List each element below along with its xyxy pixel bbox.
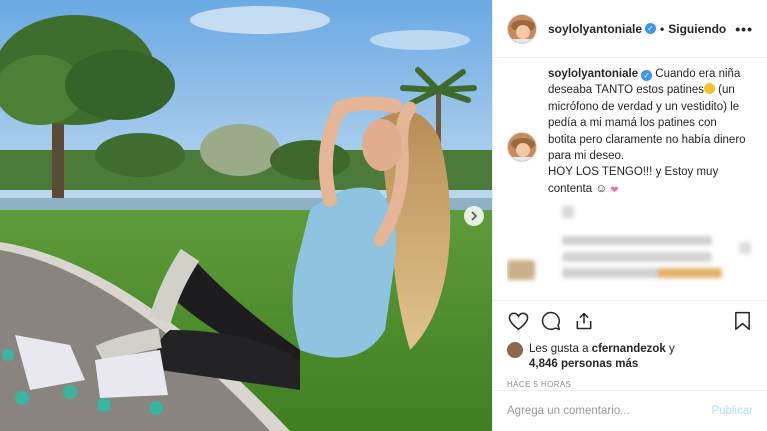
more-options-button[interactable]: •••	[735, 21, 753, 37]
smiling-face-icon	[703, 83, 715, 95]
separator-dot: •	[660, 21, 665, 36]
heart-emoji-icon: ❤	[610, 184, 619, 196]
comment-icon	[541, 311, 561, 331]
blurred-comment-block	[562, 252, 712, 262]
likes-conj: y	[669, 343, 675, 355]
post-photo[interactable]	[0, 0, 492, 431]
follow-status-button[interactable]: Siguiendo	[668, 22, 726, 36]
likes-prefix: Les gusta a	[529, 343, 589, 355]
comments-area: soylolyantoniale ✓ Cuando era niña deseab…	[507, 66, 755, 298]
caption-avatar[interactable]	[507, 132, 537, 162]
caption-text: soylolyantoniale ✓ Cuando era niña deseab…	[548, 66, 748, 199]
blurred-comment-block	[562, 236, 712, 245]
likes-summary: Les gusta a cfernandezok y 4,846 persona…	[507, 342, 753, 372]
liker-username[interactable]: cfernandezok	[592, 343, 666, 355]
publish-button[interactable]: Publicar	[711, 405, 753, 417]
caption-row: soylolyantoniale ✓ Cuando era niña deseab…	[507, 66, 755, 199]
share-icon	[576, 312, 592, 330]
caption-username[interactable]: soylolyantoniale	[548, 68, 638, 80]
liker-avatar[interactable]	[507, 342, 523, 358]
skating-girl-photo	[0, 0, 492, 431]
verified-badge-icon: ✓	[641, 70, 653, 81]
post-header: soylolyantoniale ✓ • Siguiendo •••	[493, 0, 767, 58]
avatar[interactable]	[507, 13, 537, 44]
smile-emoji-icon: ☺	[595, 182, 608, 195]
likes-count[interactable]: 4,846 personas más	[529, 358, 638, 370]
action-icons-row	[507, 308, 753, 334]
profile-picture	[508, 14, 536, 43]
share-button[interactable]	[573, 310, 595, 332]
comment-button[interactable]	[540, 310, 562, 332]
comment-composer: Publicar	[493, 390, 767, 431]
blurred-comment-block	[562, 268, 722, 278]
likes-text: Les gusta a cfernandezok y 4,846 persona…	[529, 342, 675, 372]
verified-badge-icon: ✓	[645, 23, 657, 34]
post-username[interactable]: soylolyantoniale	[548, 22, 642, 36]
blurred-comment-block	[739, 242, 751, 254]
post-side-panel: soylolyantoniale ✓ • Siguiendo ••• soylo…	[492, 0, 767, 431]
blurred-avatar	[507, 260, 535, 280]
caption-body-3: HOY LOS TENGO!!! y Estoy muy contenta	[548, 166, 719, 195]
bookmark-icon	[734, 311, 750, 331]
save-button[interactable]	[731, 310, 753, 332]
blurred-comment-block	[562, 206, 574, 218]
heart-icon	[508, 312, 528, 330]
like-button[interactable]	[507, 310, 529, 332]
chevron-right-icon	[471, 211, 478, 221]
comment-input[interactable]	[507, 405, 712, 417]
profile-picture	[508, 133, 536, 161]
post-timestamp[interactable]: HACE 5 HORAS	[507, 380, 753, 389]
post-actions: Les gusta a cfernandezok y 4,846 persona…	[493, 300, 767, 389]
next-photo-button[interactable]	[464, 206, 484, 226]
